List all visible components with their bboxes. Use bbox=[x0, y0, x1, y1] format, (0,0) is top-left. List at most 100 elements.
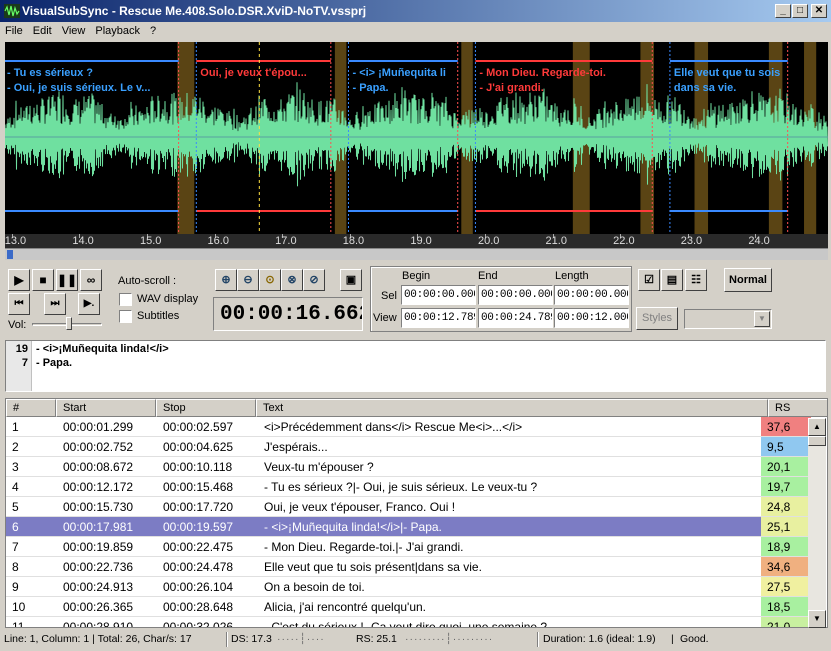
list-scroll-thumb[interactable] bbox=[808, 436, 826, 446]
col-header-start[interactable]: Start bbox=[56, 399, 156, 417]
cell-rs: 34,6 bbox=[761, 557, 811, 576]
zoom-selection-icon[interactable]: ⊙ bbox=[259, 269, 281, 291]
ruler-label: 21.0 bbox=[545, 235, 567, 247]
waveform-scrollbar[interactable] bbox=[5, 248, 828, 260]
table-row[interactable]: 9 00:00:24.913 00:00:26.104 On a besoin de … bbox=[6, 577, 811, 597]
maximize-button[interactable]: □ bbox=[792, 4, 808, 18]
char-count-line1: 19 bbox=[15, 343, 28, 355]
view-begin-field[interactable]: 00:00:12.789 bbox=[401, 308, 476, 328]
zoom-all-icon[interactable]: ⊘ bbox=[303, 269, 325, 291]
menu-edit[interactable]: Edit bbox=[28, 22, 57, 37]
table-row[interactable]: 6 00:00:17.981 00:00:19.597 - <i>¡Muñequita… bbox=[6, 517, 811, 537]
normal-mode-button[interactable]: Normal bbox=[724, 268, 772, 292]
waveform-subtitle-text: - Mon Dieu. Regarde-toi. bbox=[479, 67, 606, 79]
sel-length-field[interactable]: 00:00:00.000 bbox=[554, 285, 629, 305]
menu-help[interactable]: ? bbox=[145, 22, 161, 37]
subtitle-editor[interactable]: 19 7 - <i>¡Muñequita linda!</i> - Papa. bbox=[5, 340, 826, 392]
cell-number: 11 bbox=[12, 620, 25, 628]
status-separator bbox=[226, 632, 228, 647]
check-icon[interactable]: ☑ bbox=[638, 269, 660, 291]
cell-number: 8 bbox=[12, 560, 19, 574]
table-row[interactable]: 3 00:00:08.672 00:00:10.118 Veux-tu m'épous… bbox=[6, 457, 811, 477]
cell-number: 9 bbox=[12, 580, 19, 594]
status-quality: Good. bbox=[680, 633, 709, 645]
status-rs: RS: 25.1 bbox=[356, 633, 397, 645]
table-row[interactable]: 10 00:00:26.365 00:00:28.648 Alicia, j'ai r… bbox=[6, 597, 811, 617]
cell-stop: 00:00:28.648 bbox=[163, 600, 234, 614]
volume-thumb[interactable] bbox=[66, 317, 72, 330]
col-header-number[interactable]: # bbox=[6, 399, 56, 417]
cell-text: Veux-tu m'épouser ? bbox=[264, 460, 374, 474]
checklist-icon[interactable]: ☷ bbox=[685, 269, 707, 291]
ruler-label: 22.0 bbox=[613, 235, 635, 247]
cell-rs: 27,5 bbox=[761, 577, 811, 596]
status-ds-meter: ·····┆···· bbox=[277, 633, 325, 645]
zoom-vertical-icon[interactable]: ⊗ bbox=[281, 269, 303, 291]
view-end-field[interactable]: 00:00:24.789 bbox=[478, 308, 553, 328]
subtitle-list[interactable]: # Start Stop Text RS 1 00:00:01.299 00:00:… bbox=[5, 398, 828, 628]
table-row[interactable]: 5 00:00:15.730 00:00:17.720 Oui, je veux t'… bbox=[6, 497, 811, 517]
cell-stop: 00:00:22.475 bbox=[163, 540, 234, 554]
cell-start: 00:00:15.730 bbox=[63, 500, 134, 514]
sel-begin-field[interactable]: 00:00:00.000 bbox=[401, 285, 476, 305]
loop-button[interactable]: ∞ bbox=[80, 269, 102, 291]
table-row[interactable]: 1 00:00:01.299 00:00:02.597 <i>Précédemment… bbox=[6, 417, 811, 437]
col-header-stop[interactable]: Stop bbox=[156, 399, 256, 417]
cell-start: 00:00:17.981 bbox=[63, 520, 134, 534]
table-row[interactable]: 4 00:00:12.172 00:00:15.468 - Tu es sérieux… bbox=[6, 477, 811, 497]
menu-file[interactable]: File bbox=[0, 22, 28, 37]
scroll-down-icon[interactable]: ▼ bbox=[808, 610, 826, 628]
stop-button[interactable]: ■ bbox=[32, 269, 54, 291]
cell-stop: 00:00:19.597 bbox=[163, 520, 234, 534]
minimize-button[interactable]: _ bbox=[775, 4, 791, 18]
menu-playback[interactable]: Playback bbox=[90, 22, 145, 37]
list-scrollbar[interactable]: ▲ ▼ bbox=[808, 418, 826, 628]
chevron-down-icon[interactable]: ▼ bbox=[754, 311, 770, 327]
col-header-rs[interactable]: RS bbox=[768, 399, 827, 417]
scroll-thumb[interactable] bbox=[7, 250, 13, 259]
waveform-subtitle-text: Elle veut que tu sois bbox=[673, 67, 781, 79]
time-ruler: 13.0 14.0 15.0 16.0 17.0 18.0 19.0 20.0 21.0 22.0… bbox=[5, 234, 828, 248]
cell-number: 3 bbox=[12, 460, 19, 474]
view-length-field[interactable]: 00:00:12.000 bbox=[554, 308, 629, 328]
cell-number: 4 bbox=[12, 480, 19, 494]
scene-change-icon[interactable]: ▣ bbox=[340, 269, 362, 291]
table-row[interactable]: 11 00:00:28.910 00:00:32.026 - C'est du sér… bbox=[6, 617, 811, 628]
menu-view[interactable]: View bbox=[57, 22, 91, 37]
subtitles-checkbox[interactable] bbox=[119, 310, 132, 323]
begin-label: Begin bbox=[402, 270, 431, 282]
ruler-label: 14.0 bbox=[72, 235, 94, 247]
sel-end-field[interactable]: 00:00:00.000 bbox=[478, 285, 553, 305]
cell-start: 00:00:22.736 bbox=[63, 560, 134, 574]
ruler-label: 19.0 bbox=[410, 235, 432, 247]
editor-line2[interactable]: - Papa. bbox=[36, 357, 72, 369]
zoom-in-icon[interactable]: ⊕ bbox=[215, 269, 237, 291]
pause-button[interactable]: ❚❚ bbox=[56, 269, 78, 291]
style-select[interactable]: ▼ bbox=[684, 309, 772, 329]
play-button[interactable]: ▶ bbox=[8, 269, 30, 291]
previous-button[interactable]: ⏮ bbox=[8, 293, 30, 315]
next-button[interactable]: ⏭ bbox=[44, 293, 66, 315]
zoom-out-icon[interactable]: ⊖ bbox=[237, 269, 259, 291]
play-to-end-button[interactable]: ▶. bbox=[78, 293, 100, 315]
table-row[interactable]: 8 00:00:22.736 00:00:24.478 Elle veut que t… bbox=[6, 557, 811, 577]
waveform-display[interactable]: - Tu es sérieux ? - Oui, je suis sérieux.… bbox=[5, 42, 828, 234]
cell-stop: 00:00:17.720 bbox=[163, 500, 234, 514]
cell-start: 00:00:24.913 bbox=[63, 580, 134, 594]
table-row[interactable]: 2 00:00:02.752 00:00:04.625 J'espérais... 9,… bbox=[6, 437, 811, 457]
cell-rs: 20,1 bbox=[761, 457, 811, 476]
wav-display-checkbox[interactable] bbox=[119, 293, 132, 306]
scroll-up-icon[interactable]: ▲ bbox=[808, 418, 826, 436]
waveform-subtitle-text: - Tu es sérieux ? bbox=[7, 67, 93, 79]
styles-button[interactable]: Styles bbox=[636, 307, 678, 330]
close-button[interactable]: ✕ bbox=[811, 4, 827, 18]
current-time-display: 00:00:16.662 bbox=[213, 297, 363, 331]
table-row[interactable]: 7 00:00:19.859 00:00:22.475 - Mon Dieu. Reg… bbox=[6, 537, 811, 557]
cell-start: 00:00:01.299 bbox=[63, 420, 134, 434]
document-icon[interactable]: ▤ bbox=[661, 269, 683, 291]
waveform-subtitle-text: - J'ai grandi. bbox=[479, 82, 544, 94]
ruler-label: 17.0 bbox=[275, 235, 297, 247]
col-header-text[interactable]: Text bbox=[256, 399, 768, 417]
cell-start: 00:00:12.172 bbox=[63, 480, 134, 494]
editor-line1[interactable]: - <i>¡Muñequita linda!</i> bbox=[36, 343, 169, 355]
